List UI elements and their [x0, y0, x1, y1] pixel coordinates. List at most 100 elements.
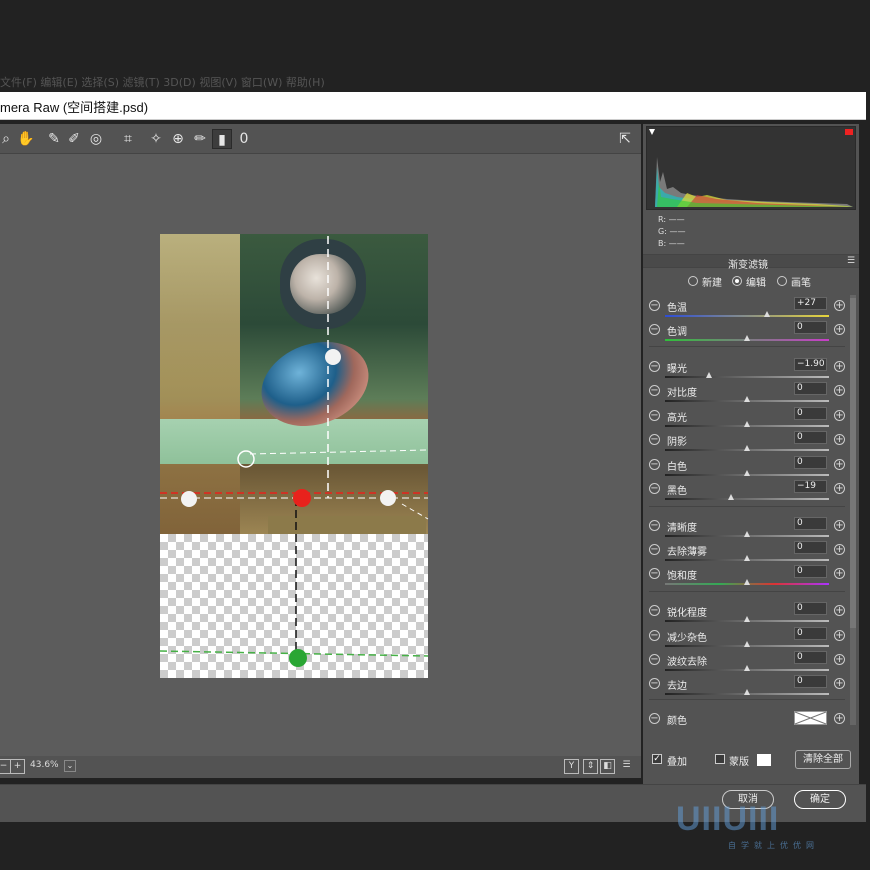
- slider-thumb[interactable]: [763, 311, 770, 317]
- graduated-filter-overlay[interactable]: [0, 154, 641, 756]
- decrease-icon[interactable]: −: [649, 300, 660, 311]
- image-canvas[interactable]: [0, 154, 641, 756]
- increase-icon[interactable]: +: [834, 300, 845, 311]
- slider-track[interactable]: [665, 665, 829, 671]
- decrease-icon[interactable]: −: [649, 410, 660, 421]
- increase-icon[interactable]: +: [834, 630, 845, 641]
- fullscreen-toggle-icon[interactable]: ⇱: [615, 129, 635, 149]
- slider-thumb[interactable]: [744, 616, 750, 622]
- adjustment-brush-icon[interactable]: ✏: [190, 129, 210, 149]
- slider-track[interactable]: [665, 494, 829, 500]
- increase-icon[interactable]: +: [834, 459, 845, 470]
- increase-icon[interactable]: +: [834, 434, 845, 445]
- decrease-icon[interactable]: −: [649, 568, 660, 579]
- decrease-icon[interactable]: −: [649, 385, 660, 396]
- decrease-icon[interactable]: −: [649, 605, 660, 616]
- decrease-icon[interactable]: −: [649, 713, 660, 724]
- slider-track[interactable]: [665, 372, 829, 378]
- hand-tool-icon[interactable]: ✋: [16, 129, 36, 149]
- slider-thumb[interactable]: [706, 372, 713, 378]
- decrease-icon[interactable]: −: [649, 459, 660, 470]
- decrease-icon[interactable]: −: [649, 361, 660, 372]
- increase-icon[interactable]: +: [834, 544, 845, 555]
- slider-value-input[interactable]: −19: [794, 480, 827, 493]
- decrease-icon[interactable]: −: [649, 630, 660, 641]
- zoom-tool-icon[interactable]: ⌕: [0, 129, 16, 149]
- mode-radio-0[interactable]: [688, 276, 698, 286]
- overlay-checkbox[interactable]: ✓: [652, 754, 662, 764]
- slider-thumb[interactable]: [727, 494, 734, 500]
- mode-radio-1[interactable]: [732, 276, 742, 286]
- slider-thumb[interactable]: [744, 641, 750, 647]
- increase-icon[interactable]: +: [834, 324, 845, 335]
- slider-track[interactable]: [665, 531, 829, 537]
- increase-icon[interactable]: +: [834, 713, 845, 724]
- decrease-icon[interactable]: −: [649, 654, 660, 665]
- slider-value-input[interactable]: 0: [794, 407, 827, 420]
- slider-track[interactable]: [665, 311, 829, 317]
- mask-checkbox[interactable]: [715, 754, 725, 764]
- panel-scrollbar-thumb[interactable]: [850, 298, 856, 628]
- decrease-icon[interactable]: −: [649, 520, 660, 531]
- slider-value-input[interactable]: 0: [794, 675, 827, 688]
- slider-value-input[interactable]: 0: [794, 602, 827, 615]
- slider-value-input[interactable]: 0: [794, 431, 827, 444]
- slider-thumb[interactable]: [744, 421, 750, 427]
- slider-value-input[interactable]: 0: [794, 456, 827, 469]
- filter-handle-top[interactable]: [325, 349, 341, 365]
- red-pin[interactable]: [293, 489, 311, 507]
- slider-thumb[interactable]: [744, 470, 750, 476]
- slider-track[interactable]: [665, 616, 829, 622]
- radial-filter-icon[interactable]: 0: [234, 129, 254, 149]
- increase-icon[interactable]: +: [834, 520, 845, 531]
- spot-removal-tool-icon[interactable]: ✧: [146, 129, 166, 149]
- slider-thumb[interactable]: [744, 445, 750, 451]
- zoom-in-button[interactable]: +: [10, 759, 25, 774]
- increase-icon[interactable]: +: [834, 361, 845, 372]
- ok-button[interactable]: 确定: [794, 790, 846, 809]
- slider-thumb[interactable]: [744, 396, 750, 402]
- slider-track[interactable]: [665, 641, 829, 647]
- slider-value-input[interactable]: 0: [794, 517, 827, 530]
- preferences-icon[interactable]: ☰: [619, 759, 634, 774]
- color-sampler-tool-icon[interactable]: ✐: [64, 129, 84, 149]
- panel-menu-icon[interactable]: ☰: [847, 256, 855, 266]
- swap-settings-button[interactable]: ⇕: [583, 759, 598, 774]
- slider-thumb[interactable]: [744, 531, 750, 537]
- mask-color-swatch[interactable]: [757, 754, 771, 766]
- slider-thumb[interactable]: [744, 665, 750, 671]
- slider-track[interactable]: [665, 421, 829, 427]
- slider-thumb[interactable]: [744, 689, 750, 695]
- slider-track[interactable]: [665, 555, 829, 561]
- slider-track[interactable]: [665, 470, 829, 476]
- mode-radio-2[interactable]: [777, 276, 787, 286]
- copy-settings-button[interactable]: ◧: [600, 759, 615, 774]
- slider-value-input[interactable]: −1.90: [794, 358, 827, 371]
- increase-icon[interactable]: +: [834, 678, 845, 689]
- before-after-toggle-button[interactable]: Y: [564, 759, 579, 774]
- slider-value-input[interactable]: 0: [794, 651, 827, 664]
- slider-track[interactable]: [665, 445, 829, 451]
- slider-track[interactable]: [665, 335, 829, 341]
- crop-tool-icon[interactable]: ⌗: [118, 129, 138, 149]
- red-eye-tool-icon[interactable]: ⊕: [168, 129, 188, 149]
- slider-track[interactable]: [665, 579, 829, 585]
- slider-thumb[interactable]: [744, 579, 750, 585]
- slider-value-input[interactable]: 0: [794, 321, 827, 334]
- increase-icon[interactable]: +: [834, 483, 845, 494]
- slider-value-input[interactable]: 0: [794, 627, 827, 640]
- slider-track[interactable]: [665, 396, 829, 402]
- filter-handle-hollow[interactable]: [237, 450, 255, 468]
- white-balance-tool-icon[interactable]: ✎: [44, 129, 64, 149]
- clear-all-button[interactable]: 清除全部: [795, 750, 851, 769]
- graduated-filter-icon[interactable]: ▮: [212, 129, 232, 149]
- zoom-dropdown-chevron-icon[interactable]: ⌄: [64, 760, 76, 772]
- decrease-icon[interactable]: −: [649, 678, 660, 689]
- decrease-icon[interactable]: −: [649, 434, 660, 445]
- color-swatch-none[interactable]: [794, 711, 827, 725]
- increase-icon[interactable]: +: [834, 385, 845, 396]
- increase-icon[interactable]: +: [834, 654, 845, 665]
- slider-value-input[interactable]: 0: [794, 565, 827, 578]
- red-line-right-handle[interactable]: [380, 490, 396, 506]
- decrease-icon[interactable]: −: [649, 483, 660, 494]
